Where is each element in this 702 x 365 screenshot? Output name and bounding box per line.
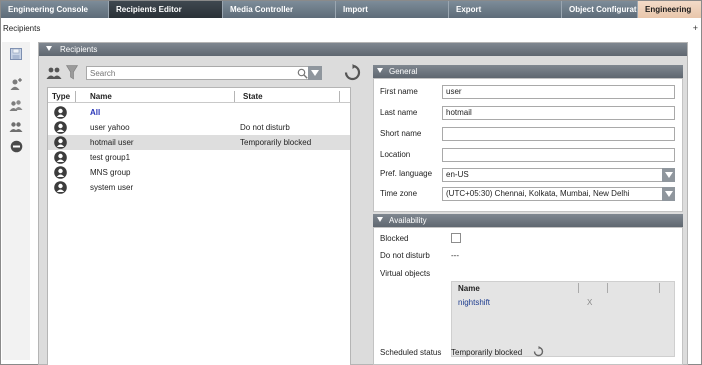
- location-label: Location: [380, 150, 411, 159]
- recipients-list: Type Name State All user yahoo Do not di…: [47, 87, 351, 365]
- recipient-user-icon: [54, 121, 67, 134]
- recipient-user-icon: [54, 136, 67, 149]
- search-dropdown-button[interactable]: [308, 66, 322, 80]
- scheduled-status-value: Temporarily blocked: [451, 348, 523, 357]
- column-type[interactable]: Type: [52, 92, 70, 101]
- recipient-state: Do not disturb: [240, 123, 290, 132]
- blocked-label: Blocked: [380, 234, 409, 243]
- group-members-icon[interactable]: [8, 118, 24, 134]
- list-item-selected[interactable]: hotmail user Temporarily blocked: [48, 135, 350, 150]
- left-toolbar: [2, 42, 30, 360]
- breadcrumb-row: Recipients +: [1, 19, 701, 39]
- recipient-user-icon: [54, 106, 67, 119]
- recipient-state: Temporarily blocked: [240, 138, 312, 147]
- remove-icon[interactable]: [8, 138, 24, 154]
- save-icon[interactable]: [8, 46, 24, 62]
- pref-language-value: en-US: [446, 170, 469, 179]
- virtual-objects-table: Name nightshift X: [451, 281, 675, 357]
- last-name-field[interactable]: hotmail: [442, 106, 675, 120]
- recipient-group-icon: [54, 151, 67, 164]
- time-zone-label: Time zone: [380, 189, 418, 198]
- collapse-icon[interactable]: [377, 68, 383, 74]
- search-field[interactable]: [86, 66, 322, 80]
- refresh-icon[interactable]: [344, 64, 361, 83]
- blocked-checkbox[interactable]: [451, 233, 461, 243]
- column-divider[interactable]: [607, 283, 608, 293]
- table-row[interactable]: nightshift X: [452, 298, 674, 310]
- tab-recipients-editor[interactable]: Recipients Editor: [109, 1, 223, 18]
- recipients-type-icon[interactable]: [46, 66, 62, 82]
- column-divider[interactable]: [234, 91, 235, 102]
- recipient-name: user yahoo: [90, 123, 130, 132]
- list-header: Type Name State: [48, 90, 350, 103]
- breadcrumb: Recipients: [3, 24, 41, 33]
- collapse-icon[interactable]: [46, 46, 52, 52]
- do-not-disturb-label: Do not disturb: [380, 251, 430, 260]
- recipient-name: MNS group: [90, 168, 131, 177]
- tab-engineering-console[interactable]: Engineering Console: [1, 1, 109, 18]
- search-input[interactable]: [87, 67, 297, 79]
- chevron-down-icon[interactable]: [662, 168, 675, 182]
- time-zone-select[interactable]: (UTC+05:30) Chennai, Kolkata, Mumbai, Ne…: [442, 187, 675, 201]
- column-state[interactable]: State: [243, 92, 263, 101]
- recipient-name: test group1: [90, 153, 131, 162]
- first-name-label: First name: [380, 87, 418, 96]
- search-icon[interactable]: [297, 68, 308, 81]
- tab-media-controller[interactable]: Media Controller: [223, 1, 336, 18]
- scheduled-status-label: Scheduled status: [380, 348, 442, 357]
- add-recipient-icon[interactable]: [8, 76, 24, 92]
- availability-section: Blocked Do not disturb --- Virtual objec…: [373, 227, 683, 365]
- collapse-icon[interactable]: [377, 217, 383, 223]
- column-divider[interactable]: [659, 283, 660, 293]
- recipient-name: system user: [90, 183, 134, 192]
- availability-title: Availability: [389, 216, 427, 225]
- search-row: [46, 64, 366, 83]
- column-name[interactable]: Name: [90, 92, 112, 101]
- general-title: General: [389, 67, 418, 76]
- general-section: First name user Last name hotmail Short …: [373, 78, 683, 212]
- tab-export[interactable]: Export: [449, 1, 562, 18]
- time-zone-value: (UTC+05:30) Chennai, Kolkata, Mumbai, Ne…: [446, 189, 630, 198]
- list-item[interactable]: All: [48, 105, 350, 120]
- list-item[interactable]: MNS group: [48, 165, 350, 180]
- refresh-icon[interactable]: [533, 346, 544, 359]
- list-item[interactable]: system user: [48, 180, 350, 195]
- chevron-down-icon[interactable]: [662, 187, 675, 201]
- tab-engineering[interactable]: Engineering: [638, 1, 701, 18]
- pref-language-select[interactable]: en-US: [442, 168, 675, 182]
- recipients-panel-title: Recipients: [60, 45, 98, 54]
- pref-language-label: Pref. language: [380, 169, 433, 178]
- recipient-user-icon: [54, 181, 67, 194]
- short-name-field[interactable]: [442, 127, 675, 141]
- virtual-object-name[interactable]: nightshift: [458, 298, 490, 307]
- list-item[interactable]: user yahoo Do not disturb: [48, 120, 350, 135]
- list-item[interactable]: test group1: [48, 150, 350, 165]
- details-column: General First name user Last name hotmai…: [373, 63, 683, 365]
- pin-icon[interactable]: +: [693, 23, 698, 33]
- recipients-panel-header[interactable]: Recipients: [39, 43, 687, 56]
- recipient-group-icon: [54, 166, 67, 179]
- tab-bar: Engineering Console Recipients Editor Me…: [1, 1, 701, 18]
- recipients-panel: Recipients Type Name State: [38, 42, 688, 365]
- recipient-name: All: [90, 108, 101, 117]
- do-not-disturb-value: ---: [451, 251, 459, 260]
- column-divider[interactable]: [339, 91, 340, 102]
- tab-object-configuration[interactable]: Object Configurat: [562, 1, 638, 18]
- virtual-objects-label: Virtual objects: [380, 269, 431, 278]
- recipient-name: hotmail user: [90, 138, 134, 147]
- last-name-label: Last name: [380, 108, 418, 117]
- location-field[interactable]: [442, 148, 675, 162]
- filter-icon[interactable]: [65, 65, 79, 82]
- virtual-objects-header: Name: [452, 282, 674, 294]
- column-divider[interactable]: [578, 283, 579, 293]
- column-divider[interactable]: [75, 91, 76, 102]
- column-name[interactable]: Name: [458, 284, 480, 293]
- remove-virtual-object-button[interactable]: X: [587, 298, 592, 307]
- availability-section-header[interactable]: Availability: [373, 214, 683, 227]
- general-section-header[interactable]: General: [373, 65, 683, 78]
- add-group-icon[interactable]: [8, 97, 24, 113]
- short-name-label: Short name: [380, 129, 422, 138]
- first-name-field[interactable]: user: [442, 85, 675, 99]
- tab-import[interactable]: Import: [336, 1, 449, 18]
